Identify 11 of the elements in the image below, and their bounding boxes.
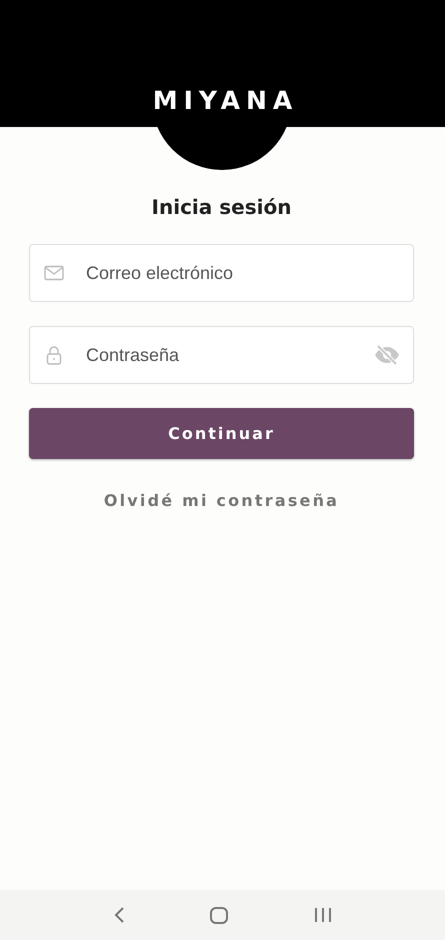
forgot-password-link[interactable]: Olvidé mi contraseña xyxy=(104,491,340,510)
continue-button[interactable]: Continuar xyxy=(29,408,414,459)
email-field[interactable]: Correo electrónico xyxy=(29,244,414,302)
recent-apps-icon[interactable] xyxy=(314,907,332,923)
logo: MIYANA xyxy=(152,88,298,113)
back-icon[interactable] xyxy=(112,906,125,924)
padlock-icon xyxy=(46,345,62,365)
page-title: Inicia sesión xyxy=(150,194,292,221)
envelope-icon xyxy=(44,265,64,281)
password-field[interactable]: Contraseña xyxy=(29,326,414,384)
home-icon[interactable] xyxy=(210,906,228,924)
